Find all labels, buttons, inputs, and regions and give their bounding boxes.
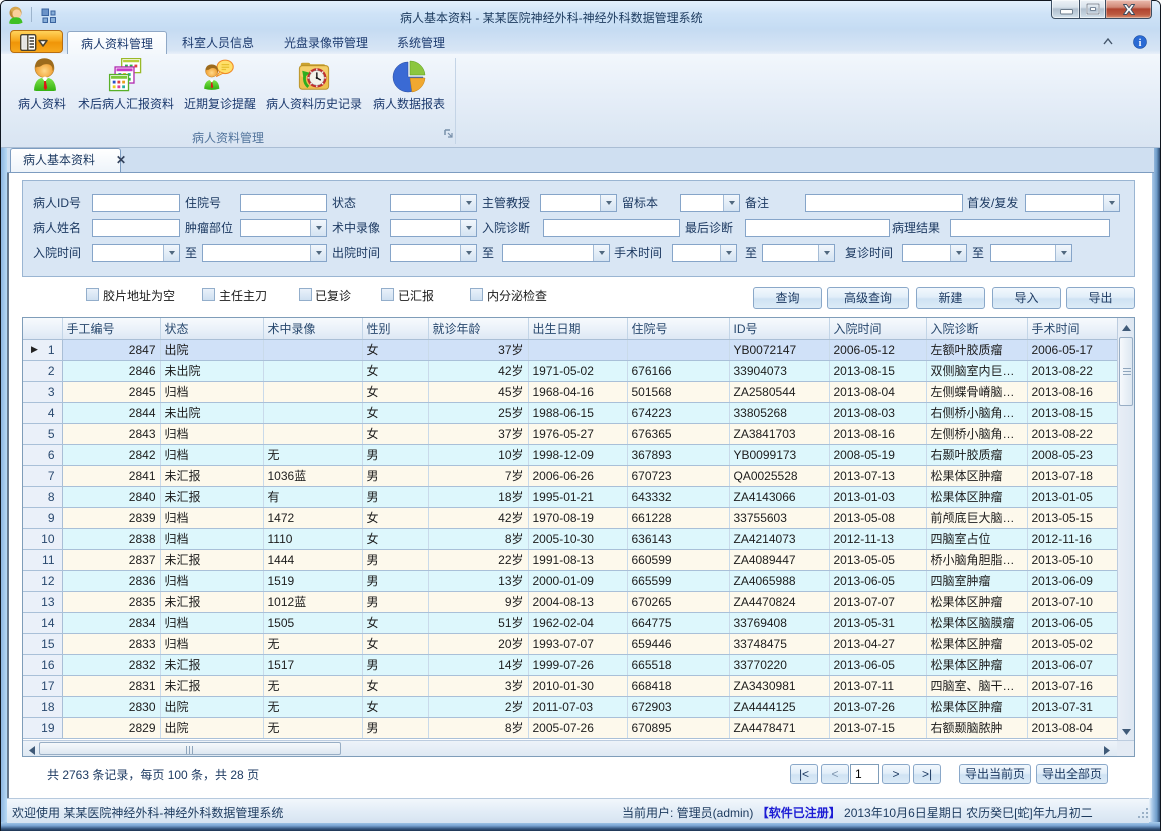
svg-text:i: i [1139, 38, 1142, 49]
